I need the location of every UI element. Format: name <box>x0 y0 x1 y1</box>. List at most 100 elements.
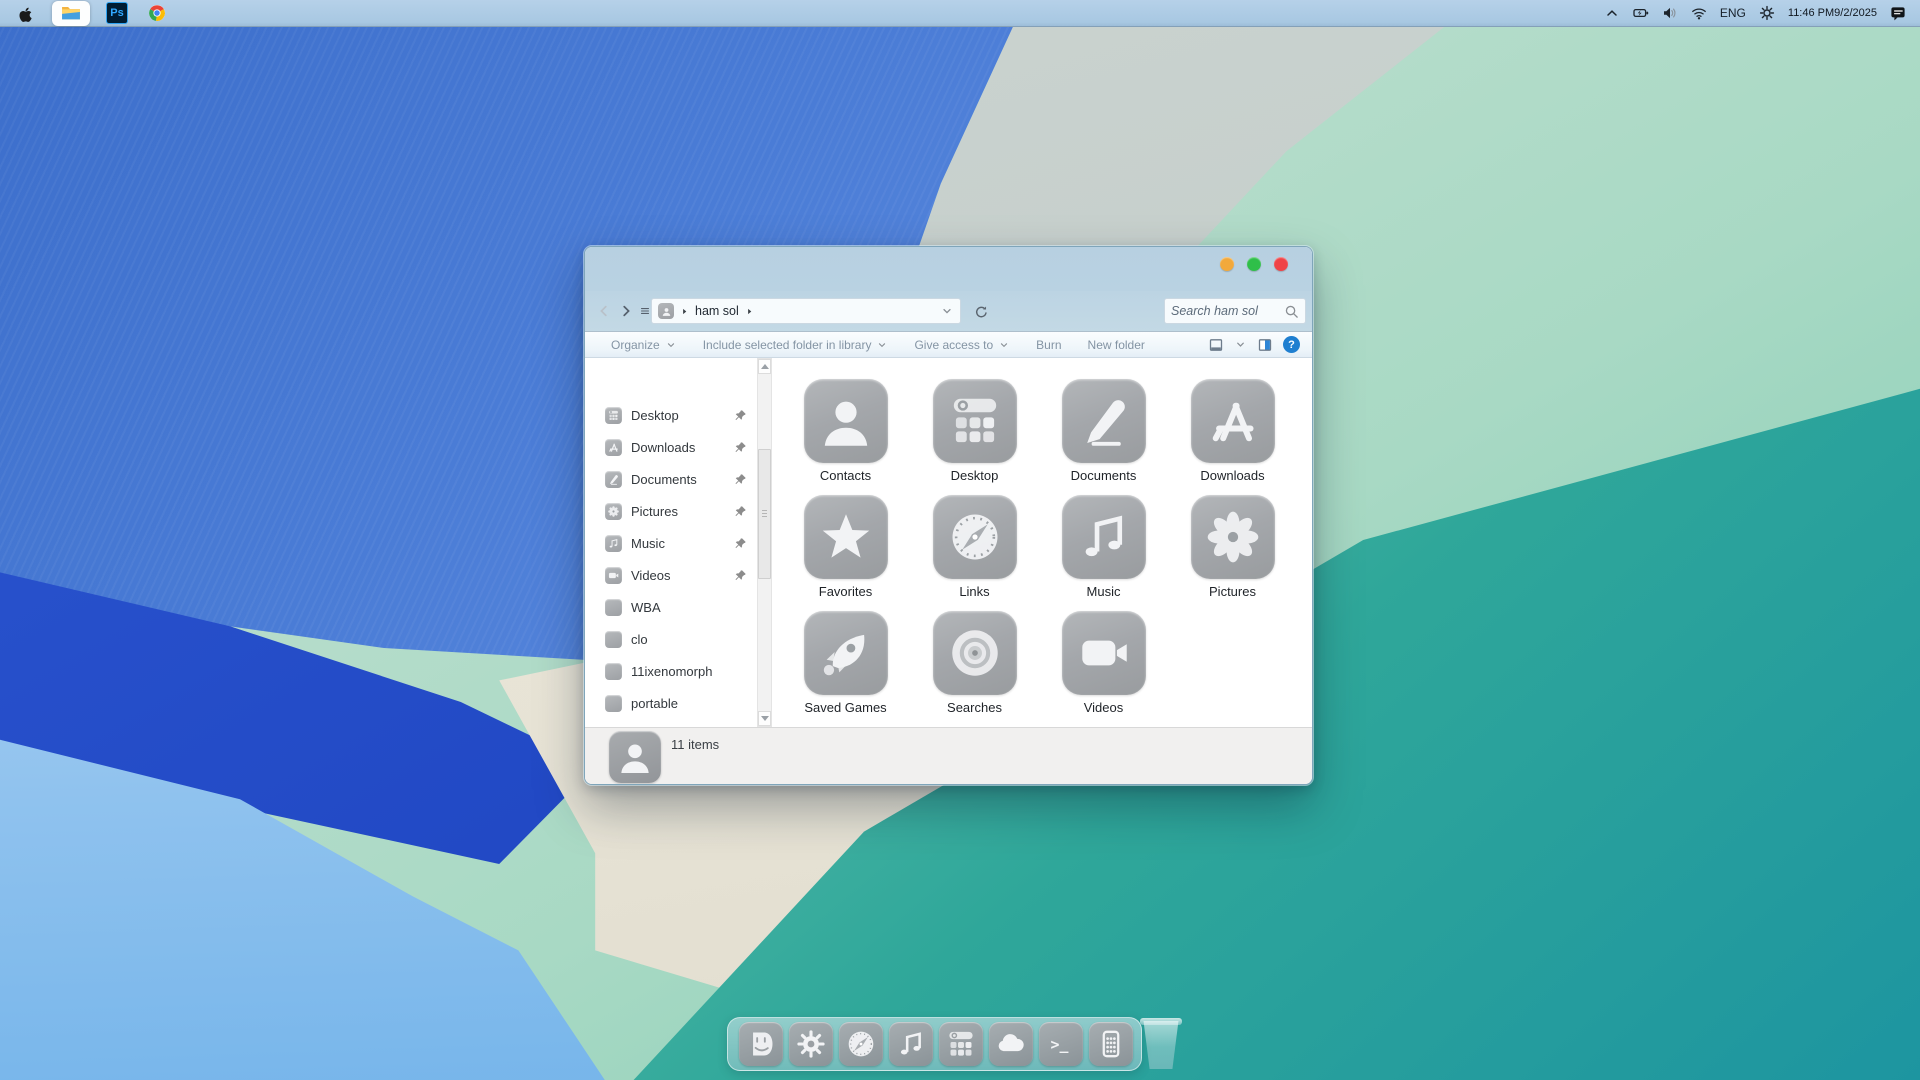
view-dropdown-icon[interactable] <box>1234 338 1247 351</box>
search-input[interactable] <box>1171 304 1284 318</box>
pin-icon[interactable] <box>734 409 747 422</box>
back-button[interactable] <box>593 299 615 323</box>
sidebar-item-documents[interactable]: Documents <box>585 463 757 495</box>
menubar-app-photoshop[interactable]: Ps <box>104 1 130 25</box>
compass-icon <box>932 495 1017 579</box>
toolbar-button-give-access-to[interactable]: Give access to <box>914 338 1010 352</box>
appstore-icon <box>1190 379 1275 463</box>
dock-item-music[interactable] <box>889 1022 933 1066</box>
pin-icon[interactable] <box>734 473 747 486</box>
scrollbar-thumb[interactable] <box>758 449 771 579</box>
clock[interactable]: 11:46 PM 9/2/2025 <box>1788 7 1877 20</box>
svg-text:>_: >_ <box>1051 1035 1069 1053</box>
folder-icon <box>605 630 622 648</box>
search-icon <box>1284 304 1299 319</box>
menubar-app-file-explorer[interactable] <box>52 0 90 26</box>
camera-icon <box>1061 611 1146 695</box>
scrollbar-down-arrow[interactable] <box>758 711 771 726</box>
file-item-videos[interactable]: Videos <box>1039 611 1168 727</box>
sidebar-item-pictures[interactable]: Pictures <box>585 495 757 527</box>
breadcrumb-separator-icon <box>679 306 690 317</box>
dropdown-chevron-icon <box>876 339 888 351</box>
window-titlebar[interactable] <box>585 247 1312 291</box>
photoshop-icon: Ps <box>106 2 128 24</box>
file-item-pictures[interactable]: Pictures <box>1168 495 1297 611</box>
navigation-row: ham sol <box>585 291 1312 331</box>
sidebar-item-videos[interactable]: Videos <box>585 559 757 591</box>
appstore-icon <box>605 438 622 456</box>
trash-icon[interactable] <box>1140 1016 1182 1070</box>
sidebar-item-clo[interactable]: clo <box>585 623 757 655</box>
menubar-app-chrome[interactable] <box>144 1 170 25</box>
address-dropdown-icon[interactable] <box>940 304 954 318</box>
address-bar[interactable]: ham sol <box>651 298 961 324</box>
toolbar-button-include-selected-folder-in-library[interactable]: Include selected folder in library <box>703 338 889 352</box>
desktop: Ps ENG 11:46 PM 9/2/2025 ham sol Search … <box>0 0 1920 1080</box>
file-item-favorites[interactable]: Favorites <box>781 495 910 611</box>
sidebar-item-11ixenomorph[interactable]: 11ixenomorph <box>585 655 757 687</box>
folder-icon <box>605 598 622 616</box>
file-item-links[interactable]: Links <box>910 495 1039 611</box>
toolbar-button-organize[interactable]: Organize <box>611 338 677 352</box>
note-icon <box>1061 495 1146 579</box>
dock-item-terminal[interactable]: >_ <box>1039 1022 1083 1066</box>
item-count: 11 items <box>671 737 720 752</box>
launchpad-icon <box>932 379 1017 463</box>
settings-icon[interactable] <box>1759 5 1775 21</box>
disc-icon <box>932 611 1017 695</box>
pen-icon <box>1061 379 1146 463</box>
folder-icon <box>605 694 622 712</box>
dock: >_ <box>727 1017 1142 1071</box>
toolbar-button-new-folder[interactable]: New folder <box>1088 338 1145 352</box>
dock-item-weather[interactable] <box>989 1022 1033 1066</box>
battery-icon[interactable] <box>1633 5 1649 21</box>
file-item-documents[interactable]: Documents <box>1039 379 1168 495</box>
traffic-light-minimize[interactable] <box>1220 257 1234 271</box>
file-item-saved-games[interactable]: Saved Games <box>781 611 910 727</box>
file-item-music[interactable]: Music <box>1039 495 1168 611</box>
sidebar-scrollbar[interactable] <box>757 358 772 727</box>
toolbar-button-burn[interactable]: Burn <box>1036 338 1061 352</box>
dock-item-launchpad[interactable] <box>939 1022 983 1066</box>
pin-icon[interactable] <box>734 569 747 582</box>
wifi-icon[interactable] <box>1691 5 1707 21</box>
explorer-window: ham sol Organize Include selected folder … <box>583 245 1314 786</box>
rocket-icon <box>803 611 888 695</box>
dock-item-system-preferences[interactable] <box>789 1022 833 1066</box>
flower-icon <box>1190 495 1275 579</box>
star-icon <box>803 495 888 579</box>
sidebar-item-portable[interactable]: portable <box>585 687 757 719</box>
tray-expand-icon[interactable] <box>1604 5 1620 21</box>
sidebar-item-music[interactable]: Music <box>585 527 757 559</box>
sidebar-item-wba[interactable]: WBA <box>585 591 757 623</box>
breadcrumb-separator-icon <box>744 306 755 317</box>
pin-icon[interactable] <box>734 441 747 454</box>
sidebar-item-downloads[interactable]: Downloads <box>585 431 757 463</box>
selected-folder-icon <box>609 731 667 783</box>
file-item-contacts[interactable]: Contacts <box>781 379 910 495</box>
forward-button[interactable] <box>615 299 637 323</box>
language-indicator[interactable]: ENG <box>1720 6 1746 20</box>
refresh-button[interactable] <box>969 300 991 322</box>
traffic-light-close[interactable] <box>1274 257 1288 271</box>
change-view-icon[interactable] <box>1208 337 1224 353</box>
breadcrumb[interactable]: ham sol <box>695 304 739 318</box>
pin-icon[interactable] <box>734 537 747 550</box>
file-item-desktop[interactable]: Desktop <box>910 379 1039 495</box>
scrollbar-up-arrow[interactable] <box>758 359 771 374</box>
pin-icon[interactable] <box>734 505 747 518</box>
command-toolbar: Organize Include selected folder in libra… <box>585 331 1312 358</box>
traffic-light-zoom[interactable] <box>1247 257 1261 271</box>
notifications-icon[interactable] <box>1890 5 1906 21</box>
dock-item-device-keypad[interactable] <box>1089 1022 1133 1066</box>
dock-item-finder[interactable] <box>739 1022 783 1066</box>
dock-item-safari[interactable] <box>839 1022 883 1066</box>
menubar-app-apple-menu[interactable] <box>12 1 38 25</box>
help-button[interactable]: ? <box>1283 336 1300 353</box>
file-item-downloads[interactable]: Downloads <box>1168 379 1297 495</box>
volume-icon[interactable] <box>1662 5 1678 21</box>
preview-pane-icon[interactable] <box>1257 337 1273 353</box>
file-item-searches[interactable]: Searches <box>910 611 1039 727</box>
sidebar-item-desktop[interactable]: Desktop <box>585 399 757 431</box>
explorer-icon <box>60 2 82 24</box>
